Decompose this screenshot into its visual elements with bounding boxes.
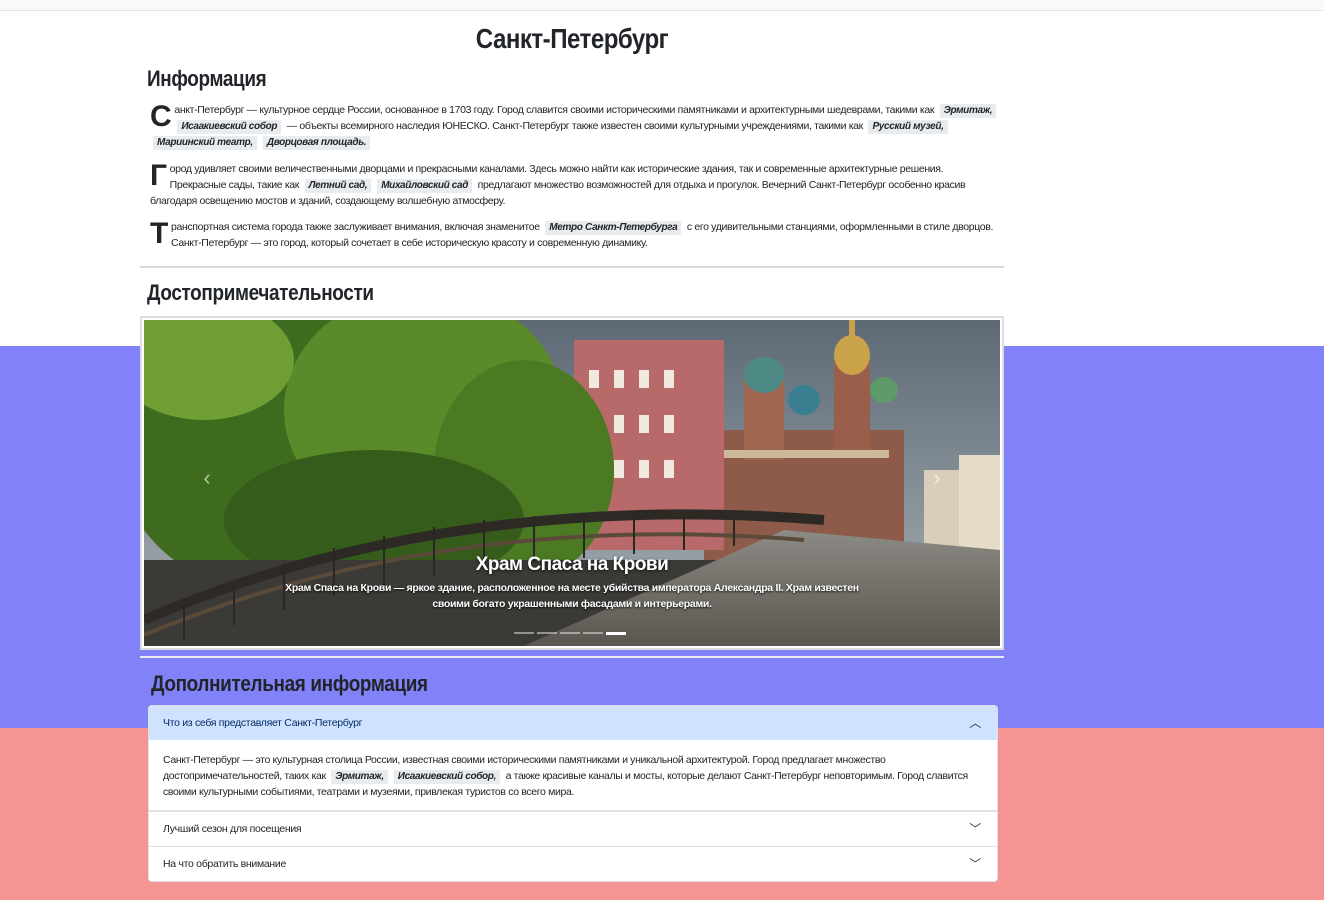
chevron-right-icon: › bbox=[933, 465, 941, 490]
carousel-next-button[interactable]: › bbox=[927, 466, 947, 490]
accordion-item: Лучший сезон для посещения ﹀ bbox=[149, 812, 997, 847]
place-tag: Русский музей, bbox=[868, 120, 948, 134]
drop-cap: Г bbox=[150, 159, 167, 192]
accordion-item: На что обратить внимание ﹀ bbox=[149, 847, 997, 881]
carousel-indicator[interactable] bbox=[513, 632, 534, 634]
extra-heading: Дополнительная информация bbox=[151, 671, 428, 696]
info-paragraph-1: С анкт-Петербург — культурное сердце Рос… bbox=[150, 102, 1002, 150]
paragraph-text: — объекты всемирного наследия ЮНЕСКО. Са… bbox=[286, 120, 864, 132]
place-tag: Исаакиевский собор, bbox=[393, 770, 500, 784]
slide-title: Храм Спаса на Крови bbox=[475, 554, 669, 575]
place-tag: Эрмитаж, bbox=[331, 770, 388, 784]
accordion-header[interactable]: Лучший сезон для посещения ﹀ bbox=[149, 812, 997, 846]
accordion-header-label: Лучший сезон для посещения bbox=[163, 823, 302, 835]
chevron-down-icon: ﹀ bbox=[969, 857, 981, 871]
place-tag: Летний сад, bbox=[304, 179, 372, 193]
accordion-header-label: На что обратить внимание bbox=[163, 858, 287, 870]
place-tag: Мариинский театр, bbox=[153, 136, 257, 150]
extra-accordion: Что из себя представляет Санкт-Петербург… bbox=[148, 705, 998, 882]
place-tag: Михайловский сад bbox=[377, 179, 473, 193]
carousel-indicators bbox=[512, 632, 627, 636]
accordion-header-label: Что из себя представляет Санкт-Петербург bbox=[163, 717, 363, 729]
carousel-indicator[interactable] bbox=[559, 632, 580, 634]
section-divider bbox=[140, 656, 1004, 658]
chevron-up-icon: ︿ bbox=[969, 716, 981, 730]
carousel-indicator[interactable] bbox=[582, 632, 603, 634]
accordion-header[interactable]: На что обратить внимание ﹀ bbox=[149, 847, 997, 881]
sights-carousel[interactable]: ‹ › Храм Спаса на Крови Храм Спаса на Кр… bbox=[140, 316, 1004, 650]
place-tag: Эрмитаж, bbox=[939, 104, 997, 118]
info-heading: Информация bbox=[147, 66, 267, 91]
slide-description: Храм Спаса на Крови — яркое здание, расп… bbox=[285, 582, 859, 610]
chevron-left-icon: ‹ bbox=[203, 465, 211, 490]
carousel-indicator-active[interactable] bbox=[605, 632, 626, 635]
accordion-header[interactable]: Что из себя представляет Санкт-Петербург… bbox=[149, 706, 997, 740]
place-tag: Исаакиевский собор bbox=[177, 120, 282, 134]
place-tag: Дворцовая площадь. bbox=[262, 136, 371, 150]
section-divider bbox=[140, 266, 1004, 268]
info-paragraph-3: Т ранспортная система города также заслу… bbox=[150, 219, 1002, 251]
page-title: Санкт-Петербург bbox=[475, 23, 669, 54]
carousel-indicator[interactable] bbox=[536, 632, 557, 634]
info-paragraph-2: Г ород удивляет своими величественными д… bbox=[150, 161, 1002, 209]
accordion-body: Санкт-Петербург — это культурная столица… bbox=[149, 740, 997, 811]
paragraph-text: анкт-Петербург — культурное сердце Росси… bbox=[174, 104, 935, 116]
sights-heading: Достопримечательности bbox=[147, 280, 374, 305]
top-bar bbox=[0, 0, 1324, 11]
place-tag: Метро Санкт-Петербурга bbox=[545, 221, 682, 235]
carousel-prev-button[interactable]: ‹ bbox=[197, 466, 217, 490]
chevron-down-icon: ﹀ bbox=[969, 822, 981, 836]
accordion-item: Что из себя представляет Санкт-Петербург… bbox=[149, 706, 997, 812]
drop-cap: Т bbox=[150, 217, 168, 250]
slide-caption: Храм Спаса на Крови Храм Спаса на Крови … bbox=[144, 554, 1000, 612]
paragraph-text: ранспортная система города также заслужи… bbox=[170, 221, 540, 233]
drop-cap: С bbox=[150, 100, 172, 133]
